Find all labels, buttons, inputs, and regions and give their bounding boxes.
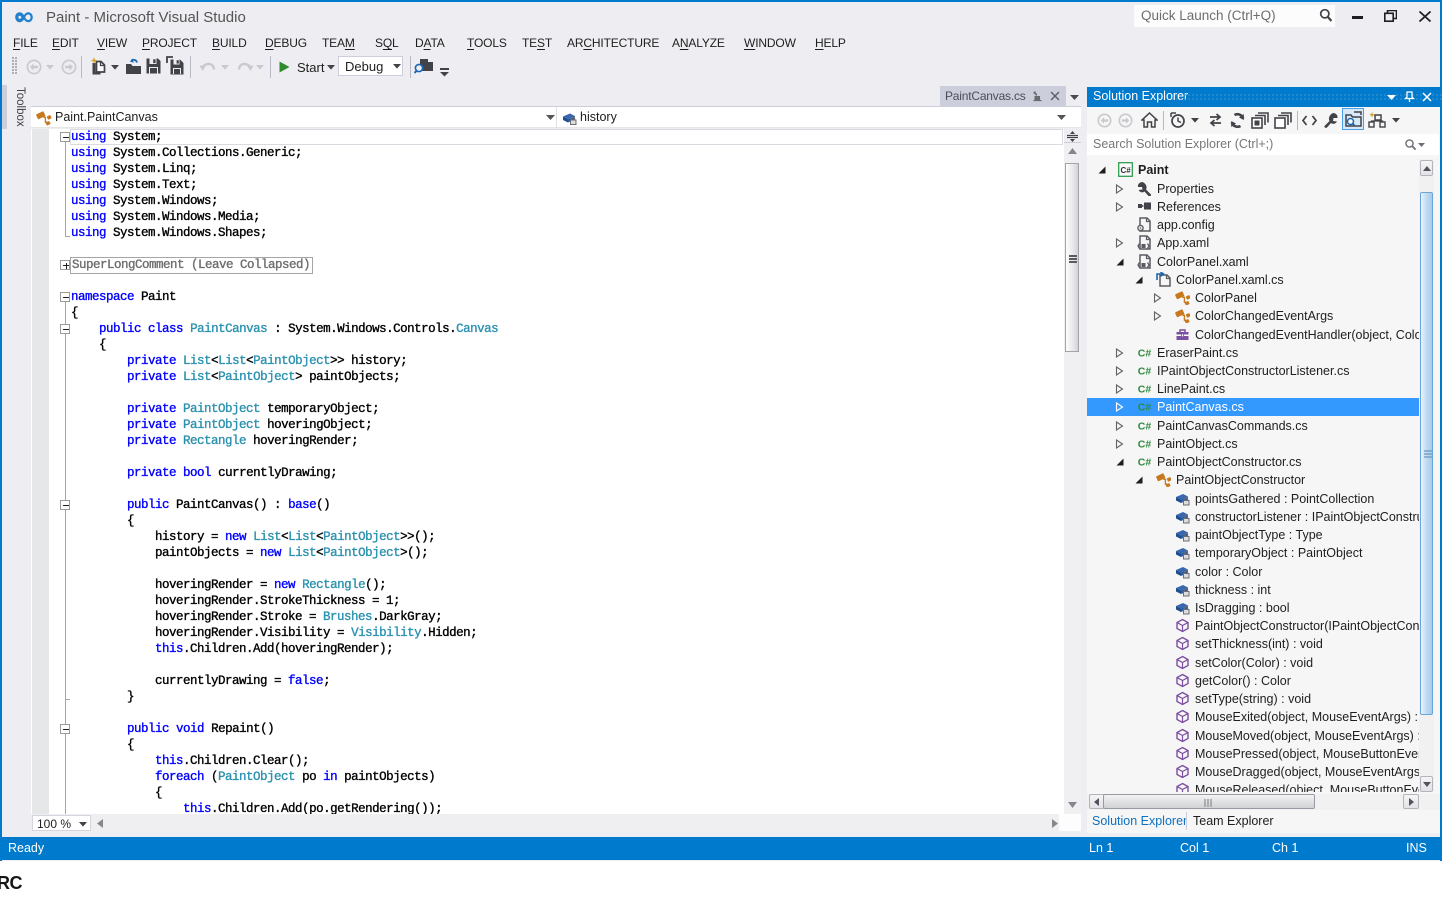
svg-text:C#: C# bbox=[1138, 348, 1152, 360]
svg-text:C#: C# bbox=[1138, 421, 1152, 433]
svg-text:C#: C# bbox=[1138, 384, 1152, 396]
svg-text:C#: C# bbox=[1138, 457, 1152, 469]
svg-text:C#: C# bbox=[1138, 402, 1152, 414]
svg-text:C#: C# bbox=[1138, 439, 1152, 451]
svg-text:C#: C# bbox=[1120, 166, 1131, 175]
svg-text:C#: C# bbox=[1138, 366, 1152, 378]
